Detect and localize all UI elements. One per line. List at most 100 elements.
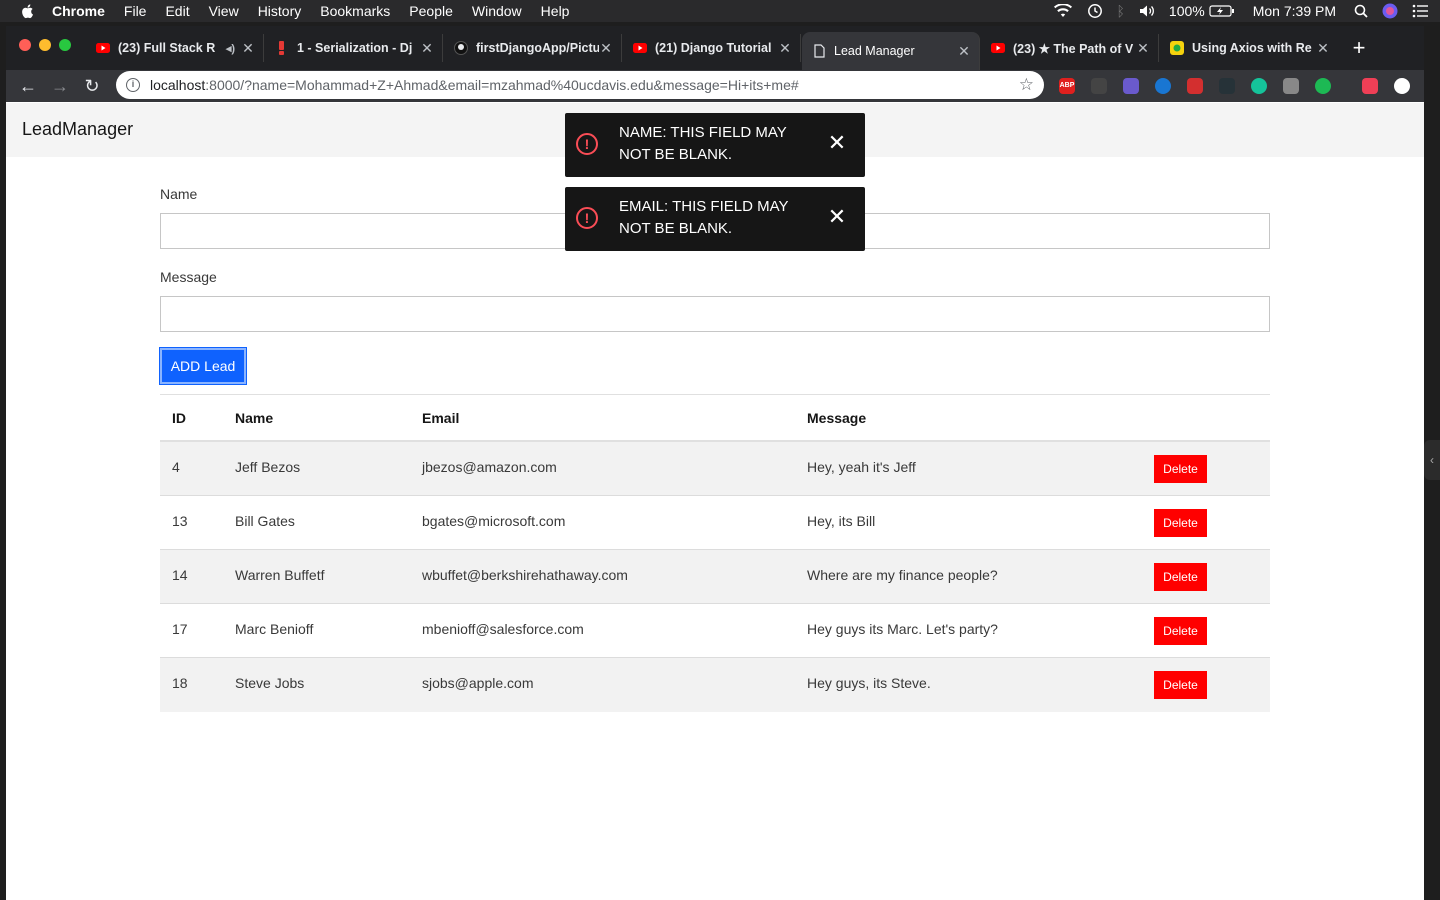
time-machine-icon[interactable] — [1087, 3, 1103, 19]
tab-close-icon[interactable]: ✕ — [778, 40, 792, 57]
new-tab-button[interactable]: + — [1348, 37, 1370, 60]
tab-close-icon[interactable]: ✕ — [599, 40, 613, 57]
siri-icon[interactable] — [1382, 3, 1398, 19]
spotlight-icon[interactable] — [1354, 4, 1368, 18]
address-bar[interactable]: i localhost:8000/?name=Mohammad+Z+Ahmad&… — [116, 71, 1044, 99]
menu-clock[interactable]: Mon 7:39 PM — [1253, 3, 1336, 19]
menu-bookmarks[interactable]: Bookmarks — [320, 3, 390, 19]
tab-strip: (23) Full Stack R ◂) ✕ 1 - Serialization… — [6, 26, 1424, 70]
tab-close-icon[interactable]: ✕ — [241, 40, 255, 57]
header-id: ID — [172, 410, 186, 426]
error-toast-email: ! EMAIL: THIS FIELD MAY NOT BE BLANK. ✕ — [565, 187, 865, 251]
url-host: localhost — [150, 77, 206, 93]
menu-edit[interactable]: Edit — [165, 3, 189, 19]
page-content: LeadManager Name Message ADD Lead ID Nam… — [6, 103, 1424, 900]
menu-view[interactable]: View — [209, 3, 239, 19]
bookmark-star-icon[interactable]: ☆ — [1019, 75, 1034, 95]
delete-button[interactable]: Delete — [1154, 509, 1207, 537]
tab-django-tutorial[interactable]: (21) Django Tutorial ✕ — [623, 34, 801, 62]
cell-email: jbezos@amazon.com — [422, 459, 557, 475]
toast-message: EMAIL: THIS FIELD MAY NOT BE BLANK. — [619, 198, 789, 237]
menu-history[interactable]: History — [258, 3, 302, 19]
browser-toolbar: ← → ↻ i localhost:8000/?name=Mohammad+Z+… — [6, 70, 1424, 102]
tab-close-icon[interactable]: ✕ — [1136, 40, 1150, 57]
tab-close-icon[interactable]: ✕ — [420, 40, 434, 57]
tab-path-of[interactable]: (23) ★ The Path of V ✕ — [981, 34, 1159, 62]
table-row: 4 Jeff Bezos jbezos@amazon.com Hey, yeah… — [160, 442, 1270, 496]
table-row: 13 Bill Gates bgates@microsoft.com Hey, … — [160, 496, 1270, 550]
delete-button[interactable]: Delete — [1154, 455, 1207, 483]
menu-help[interactable]: Help — [541, 3, 570, 19]
error-icon: ! — [576, 207, 598, 229]
toast-close-icon[interactable]: ✕ — [825, 205, 849, 229]
reload-icon[interactable]: ↻ — [80, 74, 104, 98]
leads-table: ID Name Email Message 4 Jeff Bezos jbezo… — [160, 394, 1270, 712]
menu-people[interactable]: People — [409, 3, 453, 19]
green-ring-extension-icon[interactable] — [1315, 78, 1331, 94]
volume-icon[interactable] — [1139, 4, 1155, 18]
apple-logo-icon[interactable] — [20, 3, 36, 19]
cell-name: Jeff Bezos — [235, 459, 301, 475]
toast-message: NAME: THIS FIELD MAY NOT BE BLANK. — [619, 124, 787, 163]
adblock-extension-icon[interactable]: ABP — [1059, 78, 1075, 94]
battery-icon[interactable] — [1209, 5, 1235, 17]
cell-id: 17 — [172, 621, 188, 637]
menu-app-name[interactable]: Chrome — [52, 3, 105, 19]
error-toast-name: ! NAME: THIS FIELD MAY NOT BE BLANK. ✕ — [565, 113, 865, 177]
cell-message: Hey, yeah it's Jeff — [807, 459, 916, 475]
notification-center-icon[interactable] — [1412, 4, 1428, 18]
name-label: Name — [160, 186, 198, 202]
hex-extension-icon[interactable] — [1123, 78, 1139, 94]
gray-extension-icon[interactable] — [1283, 78, 1299, 94]
cell-email: bgates@microsoft.com — [422, 513, 566, 529]
wifi-icon[interactable] — [1053, 4, 1073, 18]
page-icon — [812, 44, 826, 58]
app-brand[interactable]: LeadManager — [22, 119, 133, 140]
delete-button[interactable]: Delete — [1154, 563, 1207, 591]
delete-button[interactable]: Delete — [1154, 617, 1207, 645]
cell-name: Bill Gates — [235, 513, 295, 529]
menu-file[interactable]: File — [124, 3, 147, 19]
back-arrow-icon[interactable]: ← — [16, 74, 40, 98]
play-extension-icon[interactable] — [1155, 78, 1171, 94]
audio-extension-icon[interactable] — [1091, 78, 1107, 94]
red-extension-icon[interactable] — [1187, 78, 1203, 94]
tab-close-icon[interactable]: ✕ — [957, 43, 971, 60]
audio-playing-icon[interactable]: ◂) — [226, 42, 235, 55]
tab-lead-manager[interactable]: Lead Manager ✕ — [802, 32, 980, 70]
dark-extension-icon[interactable] — [1219, 78, 1235, 94]
toast-close-icon[interactable]: ✕ — [825, 131, 849, 155]
close-window-button[interactable] — [19, 39, 31, 51]
tab-serialization[interactable]: 1 - Serialization - Dj ✕ — [265, 34, 443, 62]
cell-message: Where are my finance people? — [807, 567, 998, 583]
pocket-extension-icon[interactable] — [1362, 78, 1378, 94]
youtube-icon — [96, 41, 110, 55]
url-rest: :8000/?name=Mohammad+Z+Ahmad&email=mzahm… — [205, 77, 799, 93]
minimize-window-button[interactable] — [39, 39, 51, 51]
tab-full-stack[interactable]: (23) Full Stack R ◂) ✕ — [86, 34, 264, 62]
tab-axios[interactable]: Using Axios with Re ✕ — [1160, 34, 1338, 62]
maximize-window-button[interactable] — [59, 39, 71, 51]
add-lead-button[interactable]: ADD Lead — [159, 347, 247, 385]
tab-title: (23) Full Stack R — [118, 41, 216, 55]
cell-id: 13 — [172, 513, 188, 529]
browser-window: (23) Full Stack R ◂) ✕ 1 - Serialization… — [6, 26, 1424, 900]
chevron-left-icon[interactable]: ‹ — [1424, 440, 1440, 480]
site-info-icon[interactable]: i — [126, 78, 140, 92]
bluetooth-icon[interactable]: ᛒ — [1117, 3, 1125, 19]
table-row: 18 Steve Jobs sjobs@apple.com Hey guys, … — [160, 658, 1270, 712]
menu-window[interactable]: Window — [472, 3, 522, 19]
django-icon — [275, 41, 289, 55]
profile-avatar-icon[interactable] — [1394, 78, 1410, 94]
url-text[interactable]: localhost:8000/?name=Mohammad+Z+Ahmad&em… — [150, 77, 799, 93]
youtube-icon — [633, 41, 647, 55]
forward-arrow-icon[interactable]: → — [48, 74, 72, 98]
tab-github[interactable]: firstDjangoApp/Pictu ✕ — [444, 34, 622, 62]
tab-close-icon[interactable]: ✕ — [1316, 40, 1330, 57]
header-message: Message — [807, 410, 867, 426]
tab-title: (23) ★ The Path of V — [1013, 41, 1134, 56]
message-input[interactable] — [160, 296, 1270, 332]
tab-title: Lead Manager — [834, 44, 915, 58]
grammarly-extension-icon[interactable] — [1251, 78, 1267, 94]
delete-button[interactable]: Delete — [1154, 671, 1207, 699]
